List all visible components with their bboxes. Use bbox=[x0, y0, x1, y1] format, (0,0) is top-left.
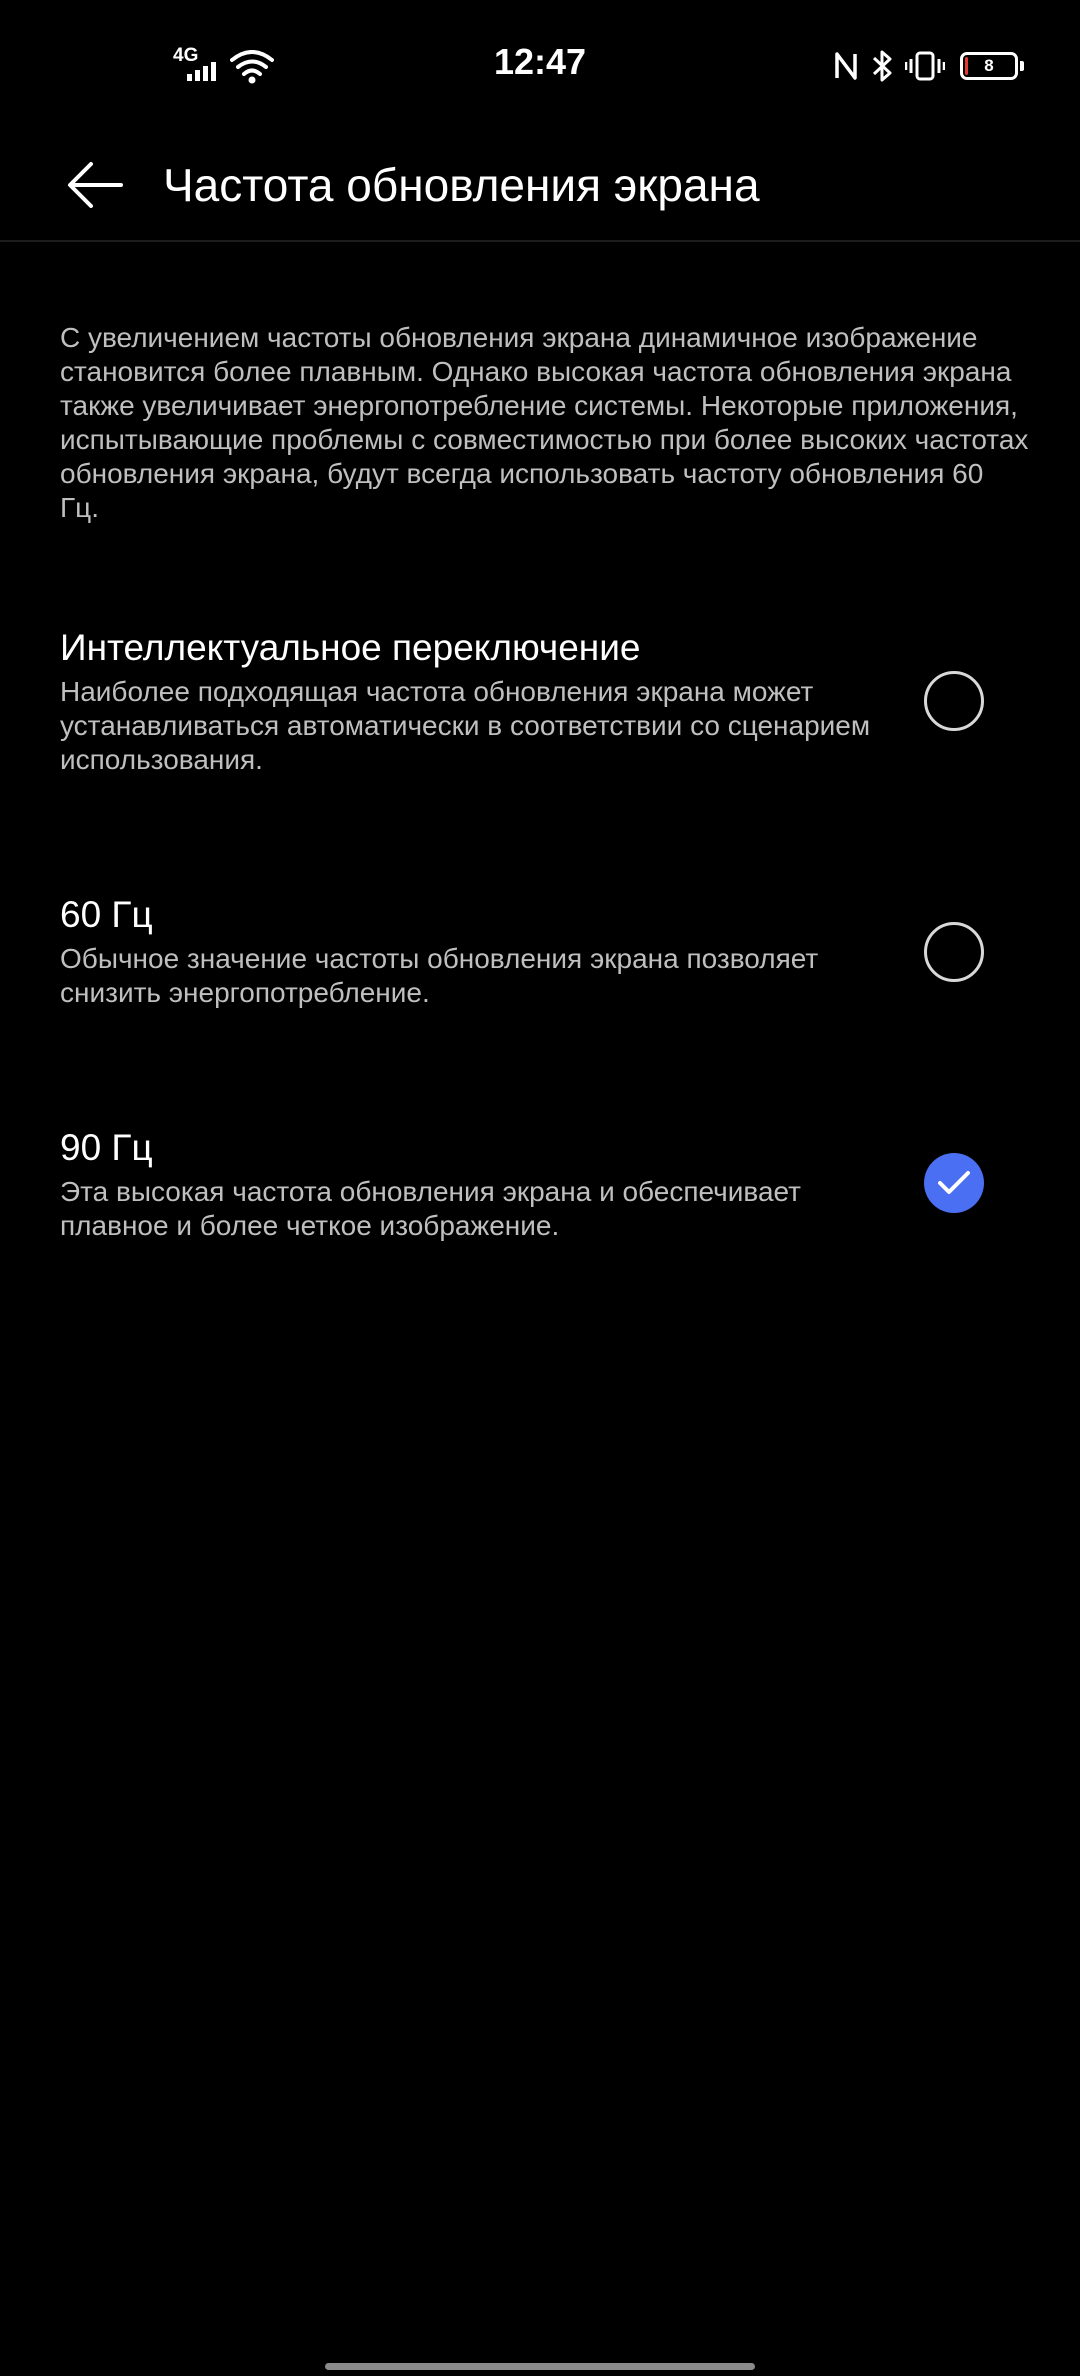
option-title: 90 Гц bbox=[60, 1127, 153, 1168]
option-90hz[interactable]: 90 Гц Эта высокая частота обновления экр… bbox=[0, 1123, 1080, 1253]
signal-icon bbox=[187, 62, 216, 81]
option-description: Эта высокая частота обновления экрана и … bbox=[60, 1176, 801, 1241]
page-title: Частота обновления экрана bbox=[163, 159, 760, 211]
option-title: 60 Гц bbox=[60, 894, 153, 935]
wifi-icon bbox=[230, 50, 274, 84]
vibrate-icon bbox=[905, 51, 945, 81]
home-indicator[interactable] bbox=[325, 2363, 755, 2370]
status-bar: 4G 12:47 8 bbox=[0, 0, 1080, 130]
app-header: Частота обновления экрана bbox=[0, 130, 1080, 242]
battery-icon: 8 bbox=[960, 52, 1024, 80]
mobile-network-indicator: 4G bbox=[173, 46, 223, 82]
nfc-icon bbox=[835, 52, 857, 80]
checkmark-icon bbox=[938, 1171, 970, 1194]
bluetooth-icon bbox=[872, 50, 892, 82]
radio-button[interactable] bbox=[924, 671, 984, 731]
arrow-left-icon bbox=[68, 162, 123, 208]
radio-button[interactable] bbox=[924, 922, 984, 982]
option-description: Обычное значение частоты обновления экра… bbox=[60, 943, 819, 1008]
option-smart-switch[interactable]: Интеллектуальное переключение Наиболее п… bbox=[0, 623, 1080, 793]
battery-level: 8 bbox=[984, 56, 994, 75]
option-description: Наиболее подходящая частота обновления э… bbox=[60, 676, 871, 775]
clock: 12:47 bbox=[493, 41, 587, 82]
description-text: С увеличением частоты обновления экрана … bbox=[60, 322, 1029, 523]
radio-button-selected[interactable] bbox=[924, 1153, 984, 1213]
back-button[interactable] bbox=[52, 142, 138, 228]
option-60hz[interactable]: 60 Гц Обычное значение частоты обновлени… bbox=[0, 890, 1080, 1020]
option-title: Интеллектуальное переключение bbox=[60, 627, 641, 668]
